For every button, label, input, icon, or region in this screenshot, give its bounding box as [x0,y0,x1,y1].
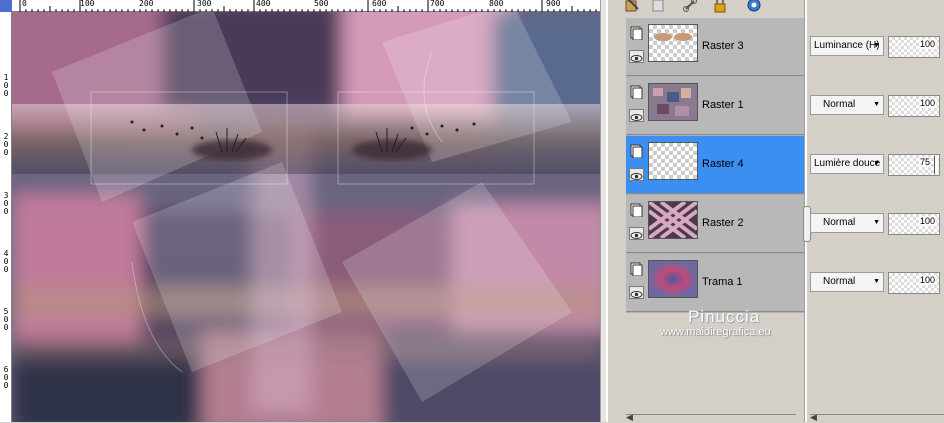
blend-mode-dropdown[interactable]: Lumière douce ▼ [810,154,884,174]
visibility-eye-icon[interactable] [629,109,644,122]
ruler-tick-label: 0 [22,0,27,8]
opacity-field[interactable]: 100 [888,213,940,235]
opacity-value: 100 [918,39,936,49]
layer-name: Raster 2 [702,217,744,229]
visibility-eye-icon[interactable] [629,227,644,240]
opacity-value: 75 [918,157,931,167]
layer-properties-raster-2: Normal ▼ 100 [810,213,944,241]
canvas-area[interactable]: 0 100 200 300 400 500 600 700 800 900 1 … [0,0,606,422]
layer-properties-raster-3: Luminance (H) ▼ 100 [810,36,944,64]
link-icon[interactable] [682,0,698,13]
layer-type-icon [630,85,643,99]
layer-type-icon [630,262,643,276]
layer-name: Trama 1 [702,276,743,288]
ruler-tick-label: 900 [546,0,561,8]
layer-row-raster-2[interactable]: Raster 2 [626,195,806,253]
layer-type-icon [630,144,643,158]
scroll-left-icon[interactable]: ◀ [626,412,633,423]
opacity-field[interactable]: 100 [888,95,940,117]
blend-mode-value: Normal [823,99,856,110]
ruler-tick-label: 300 [197,0,212,8]
blend-mode-dropdown[interactable]: Normal ▼ [810,95,884,115]
layers-toolbar [608,0,944,14]
ruler-tick-label: 200 [139,0,154,8]
opacity-field[interactable]: 100 [888,272,940,294]
ruler-tick-label: 100 [80,0,95,8]
blend-mode-dropdown[interactable]: Normal ▼ [810,272,884,292]
mask-icon[interactable] [650,0,666,13]
layer-list[interactable]: Raster 3 Raster 1 Raster 4 Raster 2 Tram… [626,18,806,313]
blend-mode-value: Lumière douce [814,158,881,169]
layer-type-icon [630,203,643,217]
left-ruler: 1 0 0 2 0 0 3 0 0 4 0 0 5 0 0 6 0 0 [0,12,12,422]
lock-icon[interactable] [712,0,728,13]
ruler-tick-label: 3 0 0 [3,191,9,216]
dropdown-arrow-icon: ▼ [873,278,880,285]
layer-name: Raster 1 [702,99,744,111]
ruler-tick-label: 6 0 0 [3,365,9,390]
radial-icon [648,260,698,298]
visibility-eye-icon[interactable] [629,168,644,181]
layer-properties-trama-1: Normal ▼ 100 [810,272,944,300]
ruler-tick-label: 600 [372,0,387,8]
opacity-value: 100 [918,275,936,285]
ruler-tick-label: 4 0 0 [3,249,9,274]
layer-row-trama-1[interactable]: Trama 1 [626,254,806,312]
dropdown-arrow-icon: ▼ [873,42,880,49]
transparent-layer-thumbnail [648,142,698,180]
blend-mode-dropdown[interactable]: Luminance (H) ▼ [810,36,884,56]
layer-row-raster-1[interactable]: Raster 1 [626,77,806,135]
opacity-field[interactable]: 75 [888,154,940,176]
artwork-image[interactable] [12,12,602,422]
dropdown-arrow-icon: ▼ [873,101,880,108]
layer-name: Raster 4 [702,158,744,170]
layers-panel: Raster 3 Raster 1 Raster 4 Raster 2 Tram… [606,0,944,422]
ruler-corner [0,0,12,12]
top-ruler: 0 100 200 300 400 500 600 700 800 900 [0,0,606,12]
weave-icon [648,201,698,239]
layer-row-raster-4[interactable]: Raster 4 [626,136,806,194]
properties-icon[interactable] [746,0,762,13]
layer-properties-raster-1: Normal ▼ 100 [810,95,944,123]
watermark-author: Pinuccia [688,307,761,326]
lips-icon [648,24,698,62]
opacity-value: 100 [918,98,936,108]
opacity-stepper[interactable] [934,156,938,174]
opacity-field[interactable]: 100 [888,36,940,58]
opacity-value: 100 [918,216,936,226]
dropdown-arrow-icon: ▼ [873,219,880,226]
ruler-tick-label: 700 [430,0,445,8]
watermark-url: www.maidiregrafica.eu [660,326,771,338]
dropdown-arrow-icon: ▼ [873,160,880,167]
delete-layer-icon[interactable] [624,0,640,13]
canvas-vertical-scrollbar[interactable] [600,0,606,422]
layer-name: Raster 3 [702,40,744,52]
ruler-tick-label: 2 0 0 [3,132,9,157]
ruler-tick-label: 400 [256,0,271,8]
visibility-eye-icon[interactable] [629,50,644,63]
blend-mode-value: Luminance (H) [814,40,880,51]
blend-mode-dropdown[interactable]: Normal ▼ [810,213,884,233]
ruler-tick-label: 500 [314,0,329,8]
ruler-tick-label: 800 [489,0,504,8]
mosaic-icon [648,83,698,121]
layer-type-icon [630,26,643,40]
ruler-tick-label: 1 0 0 [3,73,9,98]
layer-properties-raster-4: Lumière douce ▼ 75 [810,154,944,182]
visibility-eye-icon[interactable] [629,286,644,299]
ruler-tick-label: 5 0 0 [3,307,9,332]
layer-row-raster-3[interactable]: Raster 3 [626,18,806,76]
blend-mode-value: Normal [823,217,856,228]
scroll-left-icon[interactable]: ◀ [810,412,817,423]
blend-mode-value: Normal [823,276,856,287]
